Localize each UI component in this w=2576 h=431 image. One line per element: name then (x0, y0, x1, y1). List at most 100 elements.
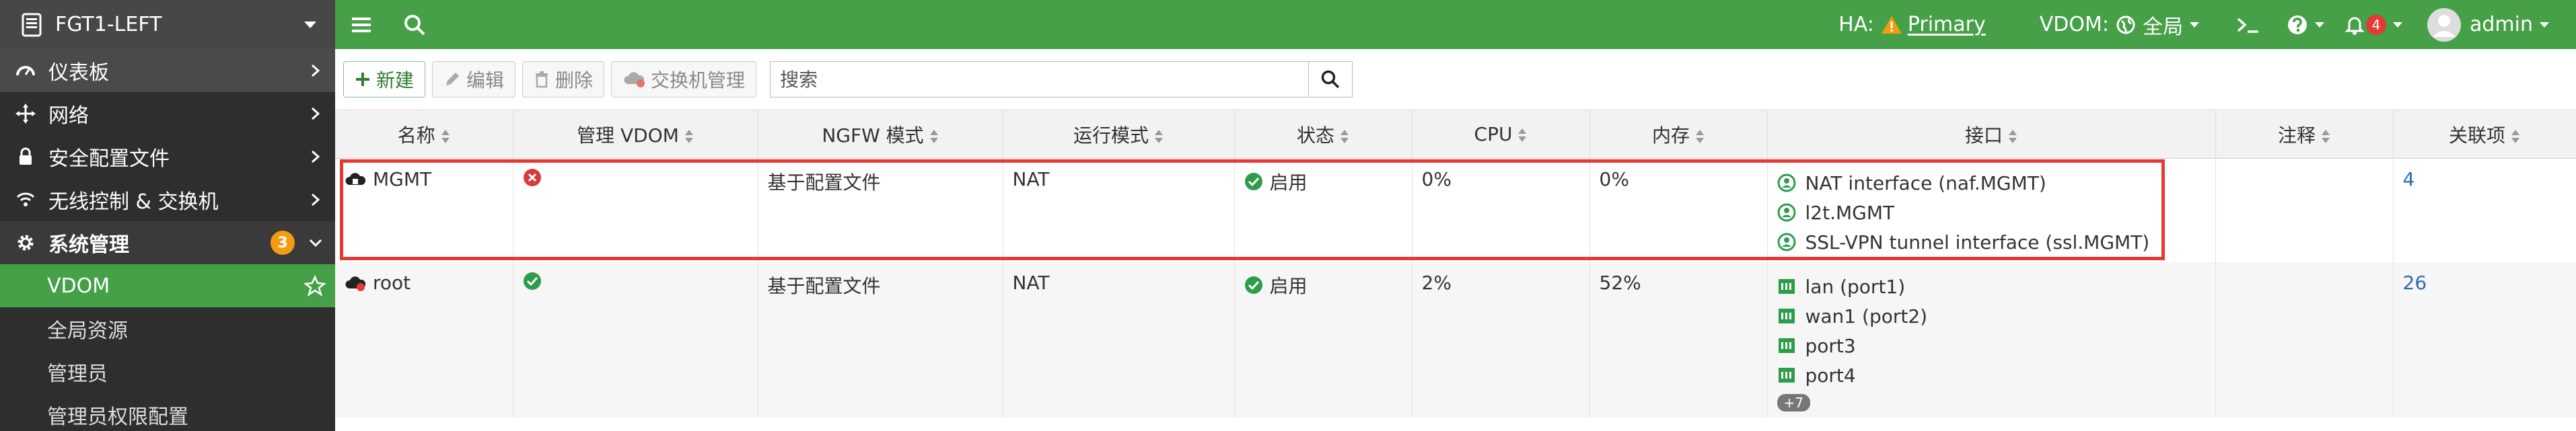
cell-cpu: 0% (1412, 158, 1590, 262)
chevron-down-icon (2190, 22, 2199, 28)
column-header-ngfw-mode[interactable]: NGFW 模式 (758, 110, 1003, 159)
interface-item[interactable]: SSL-VPN tunnel interface (ssl.MGMT) (1777, 227, 2206, 257)
vdom-selector[interactable]: 全局 (2116, 10, 2199, 40)
cell-name: MGMT (335, 158, 513, 262)
more-interfaces-badge[interactable]: +7 (1777, 394, 1810, 412)
warning-icon (1881, 15, 1902, 34)
column-header-cpu[interactable]: CPU (1412, 110, 1590, 159)
toolbar: 新建 编辑 删除 交换机管理 (335, 49, 2576, 110)
switch-management-button[interactable]: 交换机管理 (611, 61, 757, 97)
chevron-right-icon (312, 150, 320, 163)
sort-icon (1340, 129, 1349, 143)
sidebar-item-security-profiles[interactable]: 安全配置文件 (0, 135, 335, 178)
network-icon (13, 102, 38, 126)
search-box (770, 61, 1353, 97)
refs-link[interactable]: 26 (2403, 272, 2427, 294)
sort-icon (2009, 129, 2017, 143)
column-header-refs[interactable]: 关联项 (2393, 110, 2576, 159)
sidebar-item-wifi-switch[interactable]: 无线控制 & 交换机 (0, 178, 335, 221)
delete-button[interactable]: 删除 (522, 61, 605, 97)
physical-port-icon (1778, 309, 1795, 323)
sort-icon (1696, 129, 1704, 143)
search-input[interactable] (770, 61, 1309, 97)
edit-button-label: 编辑 (466, 69, 505, 91)
interface-item[interactable]: l2t.MGMT (1777, 198, 2206, 227)
trash-icon (536, 71, 548, 88)
chevron-down-icon (304, 21, 316, 28)
cell-cpu: 2% (1412, 262, 1590, 418)
cell-refs: 4 (2393, 158, 2576, 262)
column-header-mgmt-vdom[interactable]: 管理 VDOM (513, 110, 758, 159)
sidebar-item-label: 全局资源 (47, 319, 128, 343)
search-icon[interactable] (402, 13, 427, 37)
gear-icon (13, 231, 38, 255)
physical-port-icon (1778, 279, 1795, 294)
user-menu[interactable]: admin (2427, 7, 2549, 42)
sidebar-item-system[interactable]: 系统管理 3 (0, 221, 335, 264)
notifications-button[interactable]: 4 (2345, 14, 2402, 36)
vdom-cloud-icon (345, 276, 366, 291)
ha-status-link[interactable]: Primary (1908, 13, 1986, 36)
refs-link[interactable]: 4 (2403, 168, 2415, 190)
switch-management-label: 交换机管理 (651, 69, 746, 91)
column-header-interfaces[interactable]: 接口 (1767, 110, 2216, 159)
tunnel-interface-icon (1777, 203, 1795, 222)
sidebar-item-dashboard[interactable]: 仪表板 (0, 49, 335, 92)
help-button[interactable] (2287, 14, 2324, 36)
help-icon (2288, 15, 2307, 34)
cell-interfaces: NAT interface (naf.MGMT) l2t.MGMT SSL-VP… (1767, 158, 2216, 262)
sidebar-item-admin-profiles[interactable]: 管理员权限配置 (0, 393, 335, 431)
sidebar-item-label: 系统管理 (48, 233, 129, 257)
cell-status: 启用 (1234, 262, 1412, 418)
sidebar-item-global-resources[interactable]: 全局资源 (0, 307, 335, 350)
edit-button[interactable]: 编辑 (432, 61, 516, 97)
ha-label: HA: (1838, 13, 1874, 36)
search-icon (1321, 70, 1340, 89)
plus-icon (356, 73, 369, 86)
menu-icon[interactable] (350, 13, 373, 36)
column-header-status[interactable]: 状态 (1234, 110, 1412, 159)
sidebar-item-vdom[interactable]: VDOM (0, 264, 335, 307)
column-header-name[interactable]: 名称 (335, 110, 513, 159)
sidebar-item-network[interactable]: 网络 (0, 92, 335, 135)
new-button[interactable]: 新建 (343, 61, 426, 97)
cell-refs: 26 (2393, 262, 2576, 418)
interface-item[interactable]: lan (port1) (1777, 272, 2206, 301)
top-bar: HA: Primary VDOM: 全局 4 admin (335, 0, 2576, 49)
interface-item[interactable]: port4 (1777, 360, 2206, 390)
sort-icon (2511, 129, 2519, 143)
interface-item[interactable]: NAT interface (naf.MGMT) (1777, 168, 2206, 198)
notification-count-badge: 4 (2366, 14, 2386, 35)
error-x-icon (523, 169, 541, 186)
column-header-comments[interactable]: 注释 (2215, 110, 2394, 159)
cell-status: 启用 (1234, 158, 1412, 262)
interface-item[interactable]: port3 (1777, 331, 2206, 360)
sidebar-item-administrators[interactable]: 管理员 (0, 350, 335, 393)
column-header-op-mode[interactable]: 运行模式 (1003, 110, 1235, 159)
star-icon[interactable] (304, 275, 326, 297)
chevron-right-icon (312, 193, 320, 206)
vdom-cloud-icon (345, 172, 366, 185)
terminal-icon (2237, 17, 2258, 33)
table-row[interactable]: root 基于配置文件 NAT 启用 2% 52% lan (port1) wa… (335, 262, 2576, 418)
cell-comments (2215, 262, 2394, 418)
physical-port-icon (1778, 368, 1795, 383)
count-badge: 3 (271, 231, 295, 255)
sidebar-item-label: 网络 (48, 104, 89, 128)
search-button[interactable] (1308, 61, 1353, 97)
cell-op-mode: NAT (1003, 262, 1235, 418)
cell-mgmt-vdom (513, 158, 758, 262)
wifi-icon (13, 188, 38, 212)
bell-icon (2345, 17, 2365, 35)
device-selector[interactable]: FGT1-LEFT (0, 0, 335, 49)
sidebar-item-label: 管理员权限配置 (47, 405, 188, 429)
cell-ngfw-mode: 基于配置文件 (758, 158, 1003, 262)
table-row[interactable]: MGMT 基于配置文件 NAT 启用 0% 0% NAT interface (… (335, 158, 2576, 262)
chevron-down-icon (2393, 22, 2402, 28)
cell-memory: 0% (1589, 158, 1768, 262)
interface-item[interactable]: wan1 (port2) (1777, 301, 2206, 331)
chevron-right-icon (312, 107, 320, 120)
cli-console-button[interactable] (2235, 15, 2262, 35)
chevron-down-icon (2315, 22, 2324, 28)
column-header-memory[interactable]: 内存 (1589, 110, 1768, 159)
